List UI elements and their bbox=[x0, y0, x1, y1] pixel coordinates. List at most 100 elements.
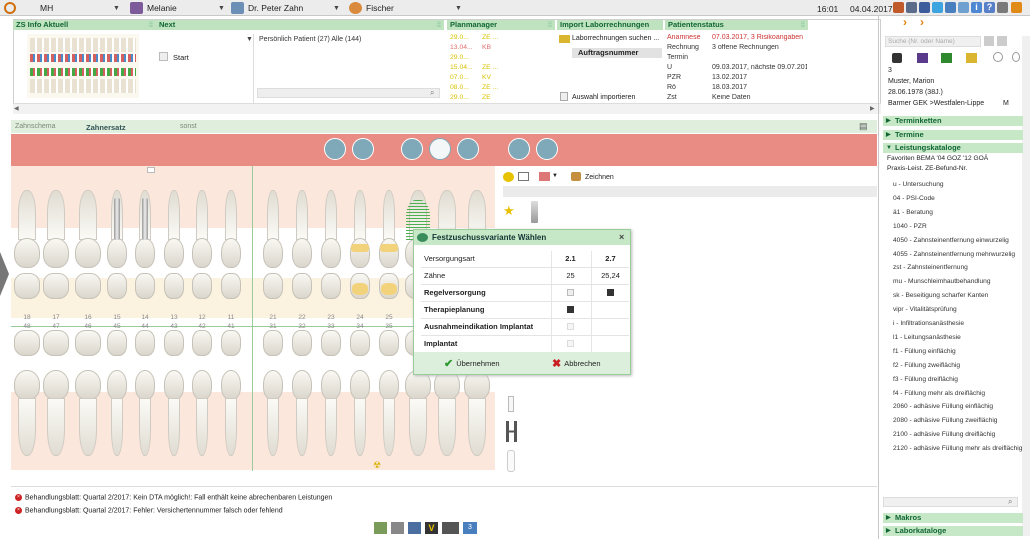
tooth-occlusal[interactable] bbox=[43, 273, 69, 299]
calendar-tool-icon[interactable] bbox=[539, 172, 550, 181]
leistung-item[interactable]: 04 - PSI-Code bbox=[893, 195, 1023, 202]
crown-marker[interactable] bbox=[380, 244, 398, 252]
tooth-occlusal[interactable] bbox=[107, 330, 127, 356]
settings-icon[interactable] bbox=[906, 2, 917, 13]
v-button[interactable]: V bbox=[425, 522, 438, 534]
chart-icon[interactable] bbox=[958, 2, 969, 13]
draw-button[interactable]: Zeichnen bbox=[585, 174, 614, 181]
tooth-occlusal[interactable] bbox=[263, 330, 283, 356]
tooth-occlusal[interactable] bbox=[14, 330, 40, 356]
start-checkbox[interactable] bbox=[159, 52, 168, 61]
leistung-item[interactable]: ä1 - Beratung bbox=[893, 209, 1023, 216]
patient-search-input[interactable]: Suche (Nr. oder Name) bbox=[885, 36, 981, 47]
printer-icon[interactable] bbox=[893, 2, 904, 13]
zs-info-teeth-chart[interactable] bbox=[27, 34, 139, 98]
comment-tool-icon[interactable] bbox=[518, 172, 529, 181]
search-icon[interactable]: ⌕ bbox=[1008, 497, 1012, 507]
dialog-checkbox[interactable] bbox=[567, 306, 574, 313]
tooth-occlusal[interactable] bbox=[321, 273, 341, 299]
search-icon[interactable]: ⌕ bbox=[430, 88, 434, 98]
tooth[interactable] bbox=[292, 370, 312, 400]
crown-marker-occlusal[interactable] bbox=[352, 283, 368, 295]
radiation-icon[interactable] bbox=[892, 53, 902, 63]
leistung-item[interactable]: 2120 - adhäsive Füllung mehr als dreiflä… bbox=[893, 445, 1023, 452]
implant[interactable] bbox=[142, 198, 148, 240]
tooth[interactable] bbox=[221, 370, 241, 400]
tooth[interactable] bbox=[263, 370, 283, 400]
search-icon[interactable] bbox=[984, 36, 994, 46]
dialog-cell-col1[interactable] bbox=[551, 285, 589, 301]
status-value[interactable]: 09.03.2017, nächste 09.07.2017 bbox=[712, 64, 807, 71]
plan-date[interactable]: 15.04... bbox=[450, 64, 473, 71]
tooth-occlusal[interactable] bbox=[221, 330, 241, 356]
dialog-cell-col2[interactable] bbox=[591, 336, 629, 352]
import-search-link[interactable]: Laborrechnungen suchen ... bbox=[572, 35, 659, 42]
tooth[interactable] bbox=[221, 238, 241, 268]
add-patient-icon[interactable] bbox=[997, 36, 1007, 46]
layout-menu-icon[interactable]: ▤ bbox=[859, 121, 868, 132]
right-panel-scrollbar[interactable] bbox=[1022, 36, 1030, 536]
plan-date[interactable]: 29.0... bbox=[450, 94, 469, 101]
star-icon[interactable]: ★ bbox=[503, 203, 515, 219]
scroll-marker[interactable] bbox=[147, 167, 155, 173]
tooth[interactable] bbox=[75, 238, 101, 268]
patient-select[interactable]: Fischer ▼ bbox=[349, 2, 463, 14]
collapse-left-arrow-icon[interactable] bbox=[0, 252, 9, 296]
leistung-item[interactable]: 4055 - Zahnsteinentfernung mehrwurzelig bbox=[893, 251, 1023, 258]
section-leistungskataloge[interactable]: ▼ Leistungskataloge bbox=[883, 143, 1023, 153]
tools-button[interactable] bbox=[391, 522, 404, 534]
dialog-cell-col1[interactable] bbox=[551, 302, 589, 318]
tab-sonst[interactable]: sonst bbox=[180, 123, 197, 130]
dialog-cell-col2[interactable] bbox=[591, 319, 629, 335]
tooth[interactable] bbox=[292, 238, 312, 268]
twitter-icon[interactable] bbox=[932, 2, 943, 13]
tooth-occlusal[interactable] bbox=[107, 273, 127, 299]
tooth[interactable] bbox=[75, 370, 101, 400]
gear-icon[interactable] bbox=[993, 52, 1003, 62]
implant[interactable] bbox=[114, 198, 120, 240]
status-value[interactable]: Keine Daten bbox=[712, 94, 807, 101]
leistung-item[interactable]: vipr - Vitalitätsprüfung bbox=[893, 306, 1023, 313]
tooth-occlusal[interactable] bbox=[75, 273, 101, 299]
tooth-occlusal[interactable] bbox=[379, 330, 399, 356]
leistung-item[interactable]: f3 - Füllung dreiflächig bbox=[893, 376, 1023, 383]
import-action-button[interactable]: Auswahl importieren bbox=[572, 94, 635, 101]
tooth[interactable] bbox=[321, 238, 341, 268]
lock-icon[interactable] bbox=[997, 2, 1008, 13]
next-arrow-icon[interactable]: › bbox=[920, 15, 924, 29]
tooth[interactable] bbox=[350, 238, 370, 268]
jaw-view-1-button[interactable] bbox=[401, 138, 423, 160]
dialog-cell-col2[interactable] bbox=[591, 302, 629, 318]
tooth-occlusal[interactable] bbox=[350, 330, 370, 356]
tooth-occlusal[interactable] bbox=[221, 273, 241, 299]
leistung-item[interactable]: mu - Munschleimhautbehandlung bbox=[893, 278, 1023, 285]
image-button[interactable] bbox=[442, 522, 459, 534]
tooth[interactable] bbox=[107, 370, 127, 400]
refresh-icon[interactable] bbox=[1012, 52, 1020, 62]
tooth[interactable] bbox=[350, 370, 370, 400]
tooth-occlusal[interactable] bbox=[292, 330, 312, 356]
tooth[interactable] bbox=[43, 370, 69, 400]
tooth-root-view-button[interactable] bbox=[324, 138, 346, 160]
next-search-input[interactable] bbox=[257, 88, 440, 98]
assistant-select[interactable]: Melanie ▼ bbox=[130, 2, 225, 14]
tooth[interactable] bbox=[43, 238, 69, 268]
tooth-occlusal[interactable] bbox=[75, 330, 101, 356]
tooth[interactable] bbox=[107, 238, 127, 268]
tooth-occlusal[interactable] bbox=[164, 330, 184, 356]
leistung-item[interactable]: 2100 - adhäsive Füllung dreiflächig bbox=[893, 431, 1023, 438]
plan-date[interactable]: 13.04... bbox=[450, 44, 473, 51]
tooth[interactable] bbox=[135, 370, 155, 400]
leistung-item[interactable]: f2 - Füllung zweiflächig bbox=[893, 362, 1023, 369]
tooth-occlusal[interactable] bbox=[263, 273, 283, 299]
dialog-cell-col1[interactable] bbox=[551, 336, 589, 352]
dialog-checkbox[interactable] bbox=[607, 289, 614, 296]
tooth[interactable] bbox=[14, 238, 40, 268]
status-value[interactable]: 3 offene Rechnungen bbox=[712, 44, 807, 51]
praxis-tabs[interactable]: Praxis-Leist. ZE-Befund-Nr. bbox=[887, 165, 967, 172]
tooth[interactable] bbox=[164, 370, 184, 400]
message-item[interactable]: × Behandlungsblatt: Quartal 2/2017: Kein … bbox=[15, 494, 332, 501]
tooth[interactable] bbox=[379, 238, 399, 268]
email-icon[interactable] bbox=[945, 2, 956, 13]
leistung-item[interactable]: f1 - Füllung einflächig bbox=[893, 348, 1023, 355]
